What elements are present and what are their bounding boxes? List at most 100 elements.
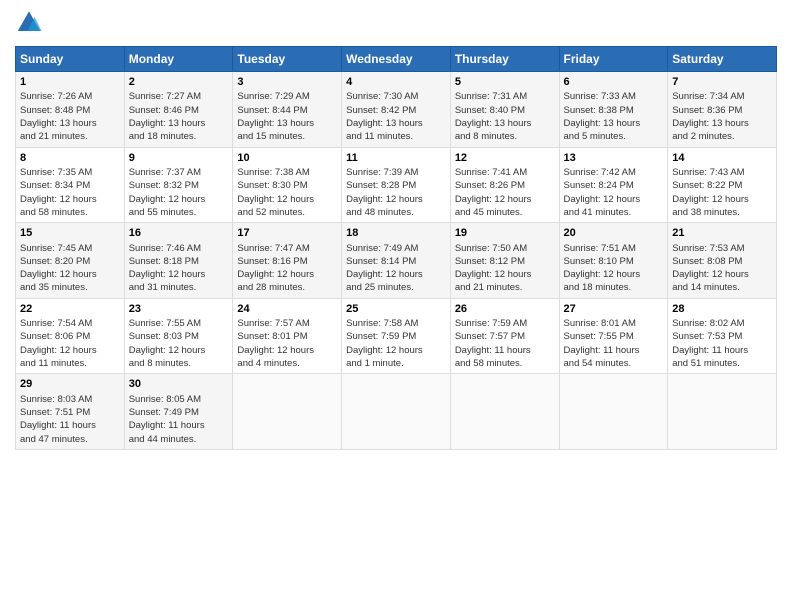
day-info: and 21 minutes. [20,130,120,143]
day-info: Daylight: 12 hours [672,268,772,281]
day-info: Sunset: 8:12 PM [455,255,555,268]
day-number: 27 [564,302,664,317]
day-info: and 44 minutes. [129,433,229,446]
day-info: Daylight: 11 hours [20,419,120,432]
day-info: Daylight: 11 hours [672,344,772,357]
day-number: 17 [237,226,337,241]
day-info: and 58 minutes. [455,357,555,370]
day-info: Daylight: 13 hours [20,117,120,130]
day-info: Sunrise: 7:43 AM [672,166,772,179]
day-info: Sunset: 7:49 PM [129,406,229,419]
day-number: 4 [346,75,446,90]
day-cell: 21Sunrise: 7:53 AMSunset: 8:08 PMDayligh… [668,223,777,299]
day-info: and 1 minute. [346,357,446,370]
day-info: Sunset: 7:51 PM [20,406,120,419]
day-info: Sunrise: 7:57 AM [237,317,337,330]
day-number: 22 [20,302,120,317]
day-info: Sunrise: 7:51 AM [564,242,664,255]
day-number: 13 [564,151,664,166]
day-cell [342,374,451,450]
day-info: Daylight: 12 hours [455,268,555,281]
day-cell: 1Sunrise: 7:26 AMSunset: 8:48 PMDaylight… [16,72,125,148]
day-cell: 2Sunrise: 7:27 AMSunset: 8:46 PMDaylight… [124,72,233,148]
day-info: and 8 minutes. [129,357,229,370]
day-info: Sunrise: 7:59 AM [455,317,555,330]
day-info: Sunset: 8:10 PM [564,255,664,268]
day-cell: 7Sunrise: 7:34 AMSunset: 8:36 PMDaylight… [668,72,777,148]
logo-icon [15,10,43,38]
day-info: Sunrise: 8:01 AM [564,317,664,330]
day-info: and 21 minutes. [455,281,555,294]
day-info: Sunrise: 7:29 AM [237,90,337,103]
day-info: Daylight: 13 hours [672,117,772,130]
day-info: Daylight: 12 hours [20,268,120,281]
day-cell: 3Sunrise: 7:29 AMSunset: 8:44 PMDaylight… [233,72,342,148]
day-info: and 38 minutes. [672,206,772,219]
day-cell: 25Sunrise: 7:58 AMSunset: 7:59 PMDayligh… [342,298,451,374]
day-info: Daylight: 11 hours [129,419,229,432]
day-info: Sunrise: 7:39 AM [346,166,446,179]
day-number: 9 [129,151,229,166]
day-cell [450,374,559,450]
day-info: Sunrise: 7:54 AM [20,317,120,330]
day-info: and 51 minutes. [672,357,772,370]
week-row-4: 22Sunrise: 7:54 AMSunset: 8:06 PM Dayligh… [16,298,777,374]
week-row-2: 8Sunrise: 7:35 AMSunset: 8:34 PMDaylight… [16,147,777,223]
day-info: Sunset: 8:06 PM [20,330,120,343]
day-info: Sunset: 7:53 PM [672,330,772,343]
day-number: 23 [129,302,229,317]
day-info: Daylight: 12 hours [672,193,772,206]
day-info: and 5 minutes. [564,130,664,143]
day-info: Sunrise: 7:31 AM [455,90,555,103]
day-info: and 45 minutes. [455,206,555,219]
day-cell: 26Sunrise: 7:59 AMSunset: 7:57 PMDayligh… [450,298,559,374]
day-info: Daylight: 12 hours [346,193,446,206]
week-row-1: 1Sunrise: 7:26 AMSunset: 8:48 PMDaylight… [16,72,777,148]
day-info: Daylight: 11 hours [455,344,555,357]
day-info: Sunset: 8:32 PM [129,179,229,192]
day-info: Sunset: 8:34 PM [20,179,120,192]
day-info: Sunset: 8:44 PM [237,104,337,117]
day-cell: 27Sunrise: 8:01 AMSunset: 7:55 PMDayligh… [559,298,668,374]
day-info: Sunrise: 7:58 AM [346,317,446,330]
day-info: and 54 minutes. [564,357,664,370]
header-row: SundayMondayTuesdayWednesdayThursdayFrid… [16,47,777,72]
day-info: Daylight: 13 hours [346,117,446,130]
day-number: 12 [455,151,555,166]
day-info: Sunset: 7:59 PM [346,330,446,343]
day-info: and 55 minutes. [129,206,229,219]
day-cell: 18Sunrise: 7:49 AMSunset: 8:14 PMDayligh… [342,223,451,299]
day-info: Sunrise: 7:38 AM [237,166,337,179]
day-cell: 24Sunrise: 7:57 AMSunset: 8:01 PMDayligh… [233,298,342,374]
day-info: Daylight: 12 hours [129,268,229,281]
day-info: and 58 minutes. [20,206,120,219]
week-row-3: 15Sunrise: 7:45 AMSunset: 8:20 PMDayligh… [16,223,777,299]
day-number: 26 [455,302,555,317]
day-number: 3 [237,75,337,90]
day-cell: 9Sunrise: 7:37 AMSunset: 8:32 PMDaylight… [124,147,233,223]
day-info: and 35 minutes. [20,281,120,294]
day-info: and 48 minutes. [346,206,446,219]
day-info: Sunrise: 7:49 AM [346,242,446,255]
day-info: Daylight: 12 hours [237,344,337,357]
page-container: SundayMondayTuesdayWednesdayThursdayFrid… [0,0,792,460]
day-info: Sunset: 8:01 PM [237,330,337,343]
day-cell: 15Sunrise: 7:45 AMSunset: 8:20 PMDayligh… [16,223,125,299]
day-number: 21 [672,226,772,241]
day-number: 14 [672,151,772,166]
day-info: Sunrise: 7:37 AM [129,166,229,179]
day-info: and 31 minutes. [129,281,229,294]
day-info: Sunset: 8:36 PM [672,104,772,117]
col-header-friday: Friday [559,47,668,72]
day-info: and 11 minutes. [20,357,120,370]
day-cell: 17Sunrise: 7:47 AMSunset: 8:16 PMDayligh… [233,223,342,299]
day-cell: 16Sunrise: 7:46 AMSunset: 8:18 PMDayligh… [124,223,233,299]
day-cell: 23Sunrise: 7:55 AMSunset: 8:03 PMDayligh… [124,298,233,374]
day-info: and 25 minutes. [346,281,446,294]
day-cell: 13Sunrise: 7:42 AMSunset: 8:24 PMDayligh… [559,147,668,223]
day-info: Daylight: 13 hours [455,117,555,130]
day-info: Daylight: 12 hours [564,268,664,281]
day-number: 10 [237,151,337,166]
day-cell [668,374,777,450]
day-info: Sunset: 7:57 PM [455,330,555,343]
